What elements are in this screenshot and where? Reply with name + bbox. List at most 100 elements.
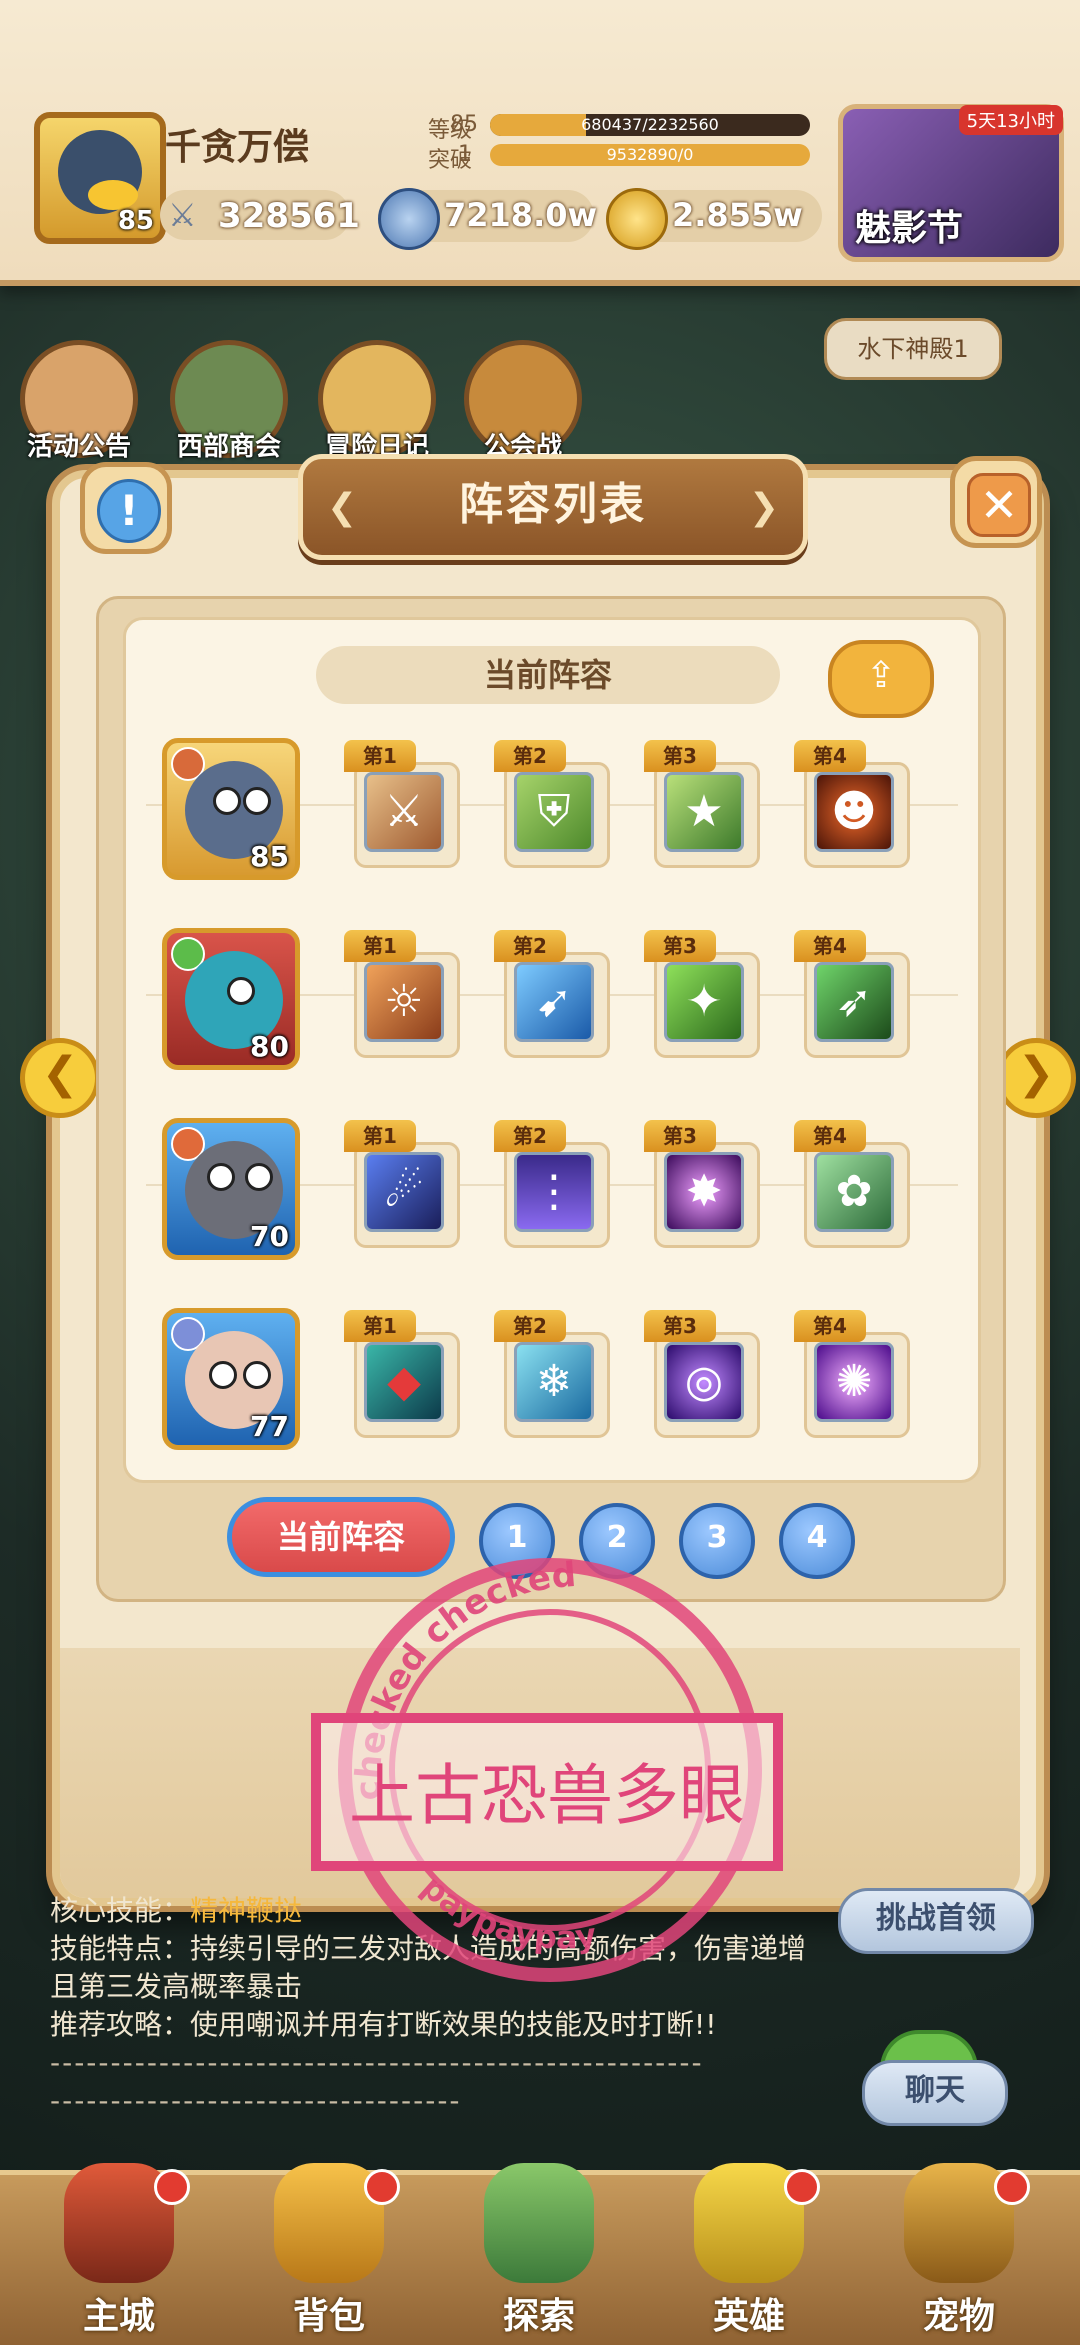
hero-card[interactable]: 85 xyxy=(162,738,300,880)
modal-footer-decoration xyxy=(60,1648,1020,1898)
shortcut-west-shop[interactable]: 西部商会 xyxy=(164,340,294,470)
event-card[interactable]: 5天13小时 魅影节 xyxy=(838,104,1064,262)
level-progress-text: 680437/2232560 xyxy=(581,115,719,134)
currency-gold[interactable]: 2.855w xyxy=(606,188,822,250)
skill-order: 第1 xyxy=(344,1310,416,1342)
star-shield-icon: ★ xyxy=(664,772,744,852)
flower-pot-icon: ✿ xyxy=(814,1152,894,1232)
feature-line: 技能特点：持续引导的三发对敌人造成的高额伤害，伤害递增且第三发高概率暴击 xyxy=(50,1930,830,2006)
skill-slot[interactable]: ✸ 第3 xyxy=(644,1120,764,1260)
ice-staff-icon: ❄ xyxy=(514,1342,594,1422)
hero-level: 85 xyxy=(250,840,289,873)
bottom-navigation: 主城 背包 探索 英雄 宠物 xyxy=(0,2163,1080,2345)
lineup-tabs: 当前阵容 1 2 3 4 xyxy=(99,1487,1003,1579)
skill-slot[interactable]: ⛨ 第2 xyxy=(494,740,614,880)
skill-slot[interactable]: ⋮ 第2 xyxy=(494,1120,614,1260)
skill-order: 第1 xyxy=(344,1120,416,1152)
nav-heroes[interactable]: 英雄 xyxy=(654,2163,844,2345)
skill-order: 第2 xyxy=(494,740,566,772)
skill-slot[interactable]: ◎ 第3 xyxy=(644,1310,764,1450)
team-row: 85 ⚔ 第1 ⛨ 第2 ★ 第3 ☻ 第4 xyxy=(126,738,978,908)
core-skill-value: 精神鞭挞 xyxy=(190,1894,303,1927)
comet-icon: ☄ xyxy=(364,1152,444,1232)
arcane-rain-icon: ⋮ xyxy=(514,1152,594,1232)
hero-card[interactable]: 77 xyxy=(162,1308,300,1450)
challenge-boss-button[interactable]: 挑战首领 xyxy=(838,1888,1034,1954)
nav-pets[interactable]: 宠物 xyxy=(864,2163,1054,2345)
currency-silver[interactable]: 7218.0w xyxy=(378,188,598,250)
vortex-icon: ◎ xyxy=(664,1342,744,1422)
hero-level: 70 xyxy=(250,1220,289,1253)
power-value: 328561 xyxy=(218,196,360,236)
team-row: 80 ☼ 第1 ➹ 第2 ✦ 第3 ➶ 第4 xyxy=(126,928,978,1098)
share-icon: ⇪ xyxy=(865,655,897,696)
skill-slot[interactable]: ☄ 第1 xyxy=(344,1120,464,1260)
gold-coin-icon xyxy=(606,188,668,250)
hero-card[interactable]: 80 xyxy=(162,928,300,1070)
top-header: 85 千贪万偿 ⚔ 328561 等级 85 680437/2232560 突破… xyxy=(0,0,1080,286)
green-spear-icon: ➶ xyxy=(814,962,894,1042)
silver-coin-icon xyxy=(378,188,440,250)
break-value: 1 xyxy=(458,142,472,167)
tab-lineup-4[interactable]: 4 xyxy=(779,1503,855,1579)
player-name: 千贪万偿 xyxy=(165,127,310,168)
currency-gold-value: 2.855w xyxy=(672,196,803,234)
skill-slot[interactable]: ★ 第3 xyxy=(644,740,764,880)
nav-explore[interactable]: 探索 xyxy=(444,2163,634,2345)
tab-lineup-2[interactable]: 2 xyxy=(579,1503,655,1579)
tab-current-lineup[interactable]: 当前阵容 xyxy=(227,1497,455,1577)
tab-lineup-3[interactable]: 3 xyxy=(679,1503,755,1579)
nav-backpack[interactable]: 背包 xyxy=(234,2163,424,2345)
map-icon xyxy=(484,2163,594,2283)
current-lineup-banner: 当前阵容 xyxy=(316,646,780,704)
strategy-line: 推荐攻略：使用嘲讽并用有打断效果的技能及时打断!! xyxy=(50,2006,830,2044)
prev-arrow-button[interactable]: ❮ xyxy=(20,1038,100,1118)
skill-slot[interactable]: ☼ 第1 xyxy=(344,930,464,1070)
info-icon: ! xyxy=(97,479,161,543)
skill-order: 第2 xyxy=(494,1310,566,1342)
tab-lineup-1[interactable]: 1 xyxy=(479,1503,555,1579)
skill-slot[interactable]: ⚔ 第1 xyxy=(344,740,464,880)
hero-card[interactable]: 70 xyxy=(162,1118,300,1260)
hero-eye xyxy=(209,1361,237,1389)
event-label: 魅影节 xyxy=(855,208,964,249)
lineup-list: 当前阵容 ⇪ 85 ⚔ 第1 ⛨ 第2 ★ 第3 ☻ 第4 80 ☼ 第1 ➹ … xyxy=(123,617,981,1483)
dungeon-tag[interactable]: 水下神殿1 xyxy=(824,318,1002,380)
hero-level: 77 xyxy=(250,1410,289,1443)
strategy-label: 推荐攻略： xyxy=(50,2008,191,2041)
chat-button[interactable]: 聊天 xyxy=(862,2060,1008,2126)
skill-slot[interactable]: ☻ 第4 xyxy=(794,740,914,880)
skill-slot[interactable]: ◆ 第1 xyxy=(344,1310,464,1450)
info-button[interactable]: ! xyxy=(80,462,172,554)
skill-slot[interactable]: ✿ 第4 xyxy=(794,1120,914,1260)
tiger-icon: ☼ xyxy=(364,962,444,1042)
shortcut-announcement[interactable]: 活动公告 xyxy=(14,340,144,470)
next-arrow-button[interactable]: ❯ xyxy=(996,1038,1076,1118)
magic-burst-icon: ✺ xyxy=(814,1342,894,1422)
hero-eye xyxy=(243,1361,271,1389)
nav-label: 英雄 xyxy=(712,2296,785,2337)
modal-title: 阵容列表 xyxy=(459,479,647,530)
nav-main-city[interactable]: 主城 xyxy=(24,2163,214,2345)
player-avatar[interactable]: 85 xyxy=(34,112,166,244)
skill-slot[interactable]: ❄ 第2 xyxy=(494,1310,614,1450)
close-icon: ✕ xyxy=(967,473,1031,537)
close-button[interactable]: ✕ xyxy=(950,456,1042,548)
nav-label: 宠物 xyxy=(922,2296,995,2337)
player-level: 85 xyxy=(117,206,154,236)
notification-dot xyxy=(784,2169,820,2205)
hero-eye xyxy=(243,787,271,815)
shortcut-adventure-diary[interactable]: 冒险日记 xyxy=(312,340,442,470)
skill-slot[interactable]: ➹ 第2 xyxy=(494,930,614,1070)
shortcut-guild-war[interactable]: 公会战 xyxy=(458,340,588,470)
green-warrior-icon: ✦ xyxy=(664,962,744,1042)
skill-slot[interactable]: ✦ 第3 xyxy=(644,930,764,1070)
hero-info-text: 核心技能：精神鞭挞 技能特点：持续引导的三发对敌人造成的高额伤害，伤害递增且第三… xyxy=(50,1892,830,2120)
skill-slot[interactable]: ➶ 第4 xyxy=(794,930,914,1070)
hero-eye xyxy=(207,1163,235,1191)
currency-silver-value: 7218.0w xyxy=(444,196,598,234)
skill-order: 第3 xyxy=(644,930,716,962)
skill-slot[interactable]: ✺ 第4 xyxy=(794,1310,914,1450)
share-button[interactable]: ⇪ xyxy=(828,640,934,718)
level-progress-bar: 680437/2232560 xyxy=(490,114,810,136)
